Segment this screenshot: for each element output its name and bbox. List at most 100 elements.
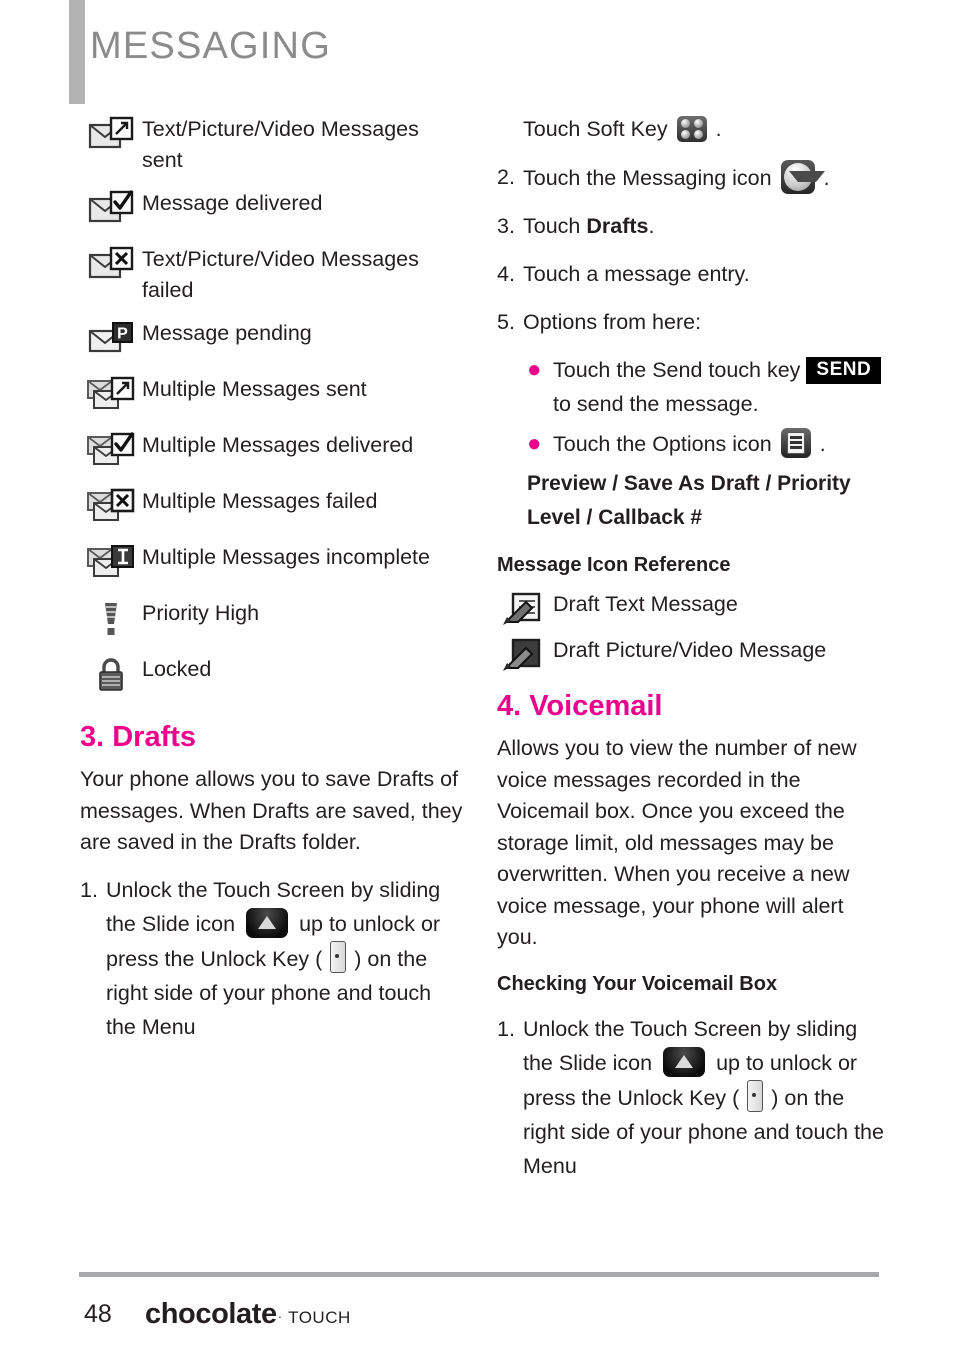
list-item: Draft Text Message [497, 587, 887, 629]
legend-label: Multiple Messages incomplete [142, 545, 430, 569]
legend-label: Text/Picture/Video Messages failed [142, 247, 419, 302]
step-marker: 3. [497, 214, 515, 238]
list-item: Multiple Messages failed [80, 484, 465, 530]
bullet-text-a: Touch the Send touch key [553, 358, 801, 382]
bullet-text-b: . [819, 432, 826, 456]
slide-icon [663, 1046, 706, 1077]
legend-label: Multiple Messages delivered [142, 433, 414, 457]
brand-registered-mark: · [277, 1309, 283, 1324]
legend-label: Locked [142, 657, 212, 681]
unlock-key-icon [747, 1079, 764, 1112]
step-marker: 4. [497, 262, 515, 286]
step-2: 2. Touch the Messaging icon . [497, 160, 887, 195]
step-body: Touch Drafts. [523, 209, 887, 243]
legend-label: Multiple Messages failed [142, 489, 378, 513]
message-icon-reference-heading: Message Icon Reference [497, 554, 731, 576]
step-text: Touch Soft Key [523, 117, 668, 141]
bullet-text-b: to send the message. [553, 392, 759, 416]
drafts-section-heading: 3. Drafts [80, 721, 197, 753]
list-item: Multiple Messages delivered [80, 428, 465, 474]
list-item: Priority High [80, 596, 465, 642]
step-marker: 1. [497, 1016, 515, 1041]
page-footer: 48 chocolate · TOUCH [0, 1272, 954, 1372]
list-item: Multiple Messages sent [80, 372, 465, 418]
lock-icon [80, 652, 142, 696]
svg-text:P: P [117, 326, 128, 343]
priority-high-icon [80, 596, 142, 640]
drafts-step-1: 1. Unlock the Touch Screen by sliding th… [80, 873, 465, 1044]
bullet-send: ● Touch the Send touch key SEND to send … [527, 353, 887, 421]
legend-label: Draft Text Message [553, 592, 738, 616]
multi-envelope-x-failed-icon [80, 484, 142, 528]
options-icon [780, 428, 811, 458]
step-text-a: Touch [523, 214, 587, 238]
page-header: MESSAGING [0, 0, 954, 108]
legend-label: Multiple Messages sent [142, 377, 367, 401]
step-marker: 5. [497, 310, 515, 334]
right-column: Touch Soft Key . 2. Touch the Messaging … [497, 112, 887, 1197]
step-indent-spacer [497, 112, 523, 146]
step-body: Touch a message entry. [523, 262, 750, 286]
multi-envelope-check-delivered-icon [80, 428, 142, 472]
legend-label: Message pending [142, 321, 312, 345]
step-body: Unlock the Touch Screen by sliding the S… [523, 1012, 887, 1183]
options-emphasis-text: Preview / Save As Draft / Priority Level… [527, 472, 851, 529]
left-column: Text/Picture/Video Messages sent Message… [80, 112, 465, 1058]
bullet-body: Touch the Options icon . [553, 427, 887, 461]
send-touch-key-badge[interactable]: SEND [806, 357, 882, 384]
voicemail-section-heading: 4. Voicemail [497, 690, 663, 722]
bullet-text-a: Touch the Options icon [553, 432, 772, 456]
page-number: 48 [84, 1300, 112, 1328]
step-marker: 2. [497, 165, 515, 189]
step-body: Options from here: [523, 310, 702, 334]
envelope-check-delivered-icon [80, 186, 142, 228]
bullet-dot-icon: ● [527, 356, 542, 383]
envelope-p-pending-icon: P [80, 316, 142, 358]
step-4: 4. Touch a message entry. [497, 257, 887, 291]
step-1-continuation: Touch Soft Key . [497, 112, 887, 146]
list-item: Draft Picture/Video Message [497, 633, 887, 675]
step-text-end: . [715, 117, 722, 141]
legend-label: Priority High [142, 601, 260, 625]
multi-envelope-incomplete-icon [80, 540, 142, 584]
list-item: P Message pending [80, 316, 465, 362]
envelope-x-failed-icon [80, 242, 142, 284]
legend-label: Message delivered [142, 191, 323, 215]
icon-legend-list: Text/Picture/Video Messages sent Message… [80, 112, 465, 698]
multi-envelope-arrow-sent-icon [80, 372, 142, 416]
legend-label: Text/Picture/Video Messages sent [142, 117, 419, 172]
voicemail-subhead: Checking Your Voicemail Box [497, 972, 778, 995]
messaging-icon [780, 160, 825, 194]
list-item: Locked [80, 652, 465, 698]
slide-icon [246, 907, 289, 938]
step-text-b: . [648, 214, 655, 238]
brand-sub-label: TOUCH [288, 1308, 351, 1327]
page-title: MESSAGING [90, 25, 331, 67]
unlock-key-icon [330, 940, 347, 973]
step-5: 5. Options from here: [497, 305, 887, 339]
bullet-body: Touch the Send touch key SEND to send th… [553, 353, 887, 421]
list-item: Text/Picture/Video Messages sent [80, 112, 465, 176]
voicemail-intro-text: Allows you to view the number of new voi… [497, 736, 857, 949]
bullet-options: ● Touch the Options icon . [527, 427, 887, 461]
bullet-dot-icon: ● [527, 430, 542, 457]
header-accent-bar [69, 0, 85, 104]
brand-logo: chocolate · TOUCH [145, 1298, 351, 1331]
list-item: Message delivered [80, 186, 465, 232]
draft-text-message-icon [497, 587, 553, 629]
step-body: Touch Soft Key . [523, 112, 887, 146]
envelope-arrow-sent-icon [80, 112, 142, 154]
brand-name: chocolate [145, 1298, 277, 1330]
soft-key-icon [676, 116, 707, 142]
step-3: 3. Touch Drafts. [497, 209, 887, 243]
drafts-keyword: Drafts [586, 214, 649, 238]
list-item: Multiple Messages incomplete [80, 540, 465, 586]
step-text-a: Touch the Messaging icon [523, 166, 772, 190]
step-body: Unlock the Touch Screen by sliding the S… [106, 873, 465, 1044]
step-body: Touch the Messaging icon . [523, 160, 887, 195]
step-marker: 1. [80, 877, 98, 902]
voicemail-step-1: 1. Unlock the Touch Screen by sliding th… [497, 1012, 887, 1183]
draft-picture-video-message-icon [497, 633, 553, 675]
drafts-intro-text: Your phone allows you to save Drafts of … [80, 767, 463, 854]
legend-label: Draft Picture/Video Message [553, 638, 827, 662]
